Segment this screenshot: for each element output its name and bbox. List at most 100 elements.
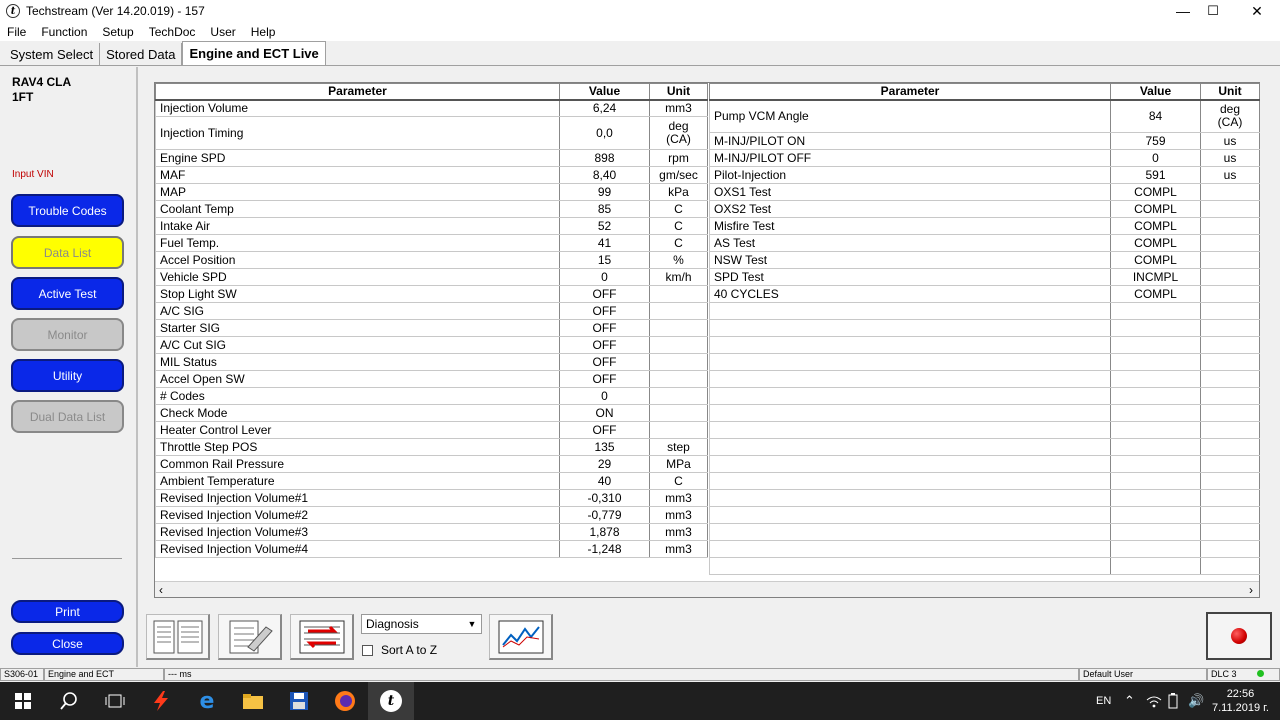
input-vin-link[interactable]: Input VIN — [12, 169, 54, 180]
exchange-list-button[interactable] — [290, 614, 354, 660]
save-app-button[interactable] — [276, 682, 322, 720]
utility-button[interactable]: Utility — [11, 359, 124, 392]
table-row[interactable]: Vehicle SPD 0 km/h — [155, 268, 708, 286]
table-row[interactable]: Injection Volume 6,24 mm3 — [155, 99, 708, 117]
tab-stored-data[interactable]: Stored Data — [100, 43, 183, 65]
table-row[interactable]: Pump VCM Angle 84 deg (CA) — [709, 99, 1260, 133]
table-row[interactable]: MIL Status OFF — [155, 353, 708, 371]
table-row[interactable]: Throttle Step POS 135 step — [155, 438, 708, 456]
dual-data-list-button[interactable]: Dual Data List — [11, 400, 124, 433]
table-row[interactable]: A/C Cut SIG OFF — [155, 336, 708, 354]
empty-cell — [1200, 506, 1260, 524]
table-row[interactable]: Accel Position 15% — [155, 251, 708, 269]
table-row[interactable]: Intake Air 52 C — [155, 217, 708, 235]
list-view-button[interactable] — [146, 614, 210, 660]
parameter-cell: Starter SIG — [155, 319, 560, 337]
table-row[interactable]: MAF 8,40 gm/sec — [155, 166, 708, 184]
tab-engine-ect-live[interactable]: Engine and ECT Live — [182, 41, 326, 65]
table-row[interactable]: OXS2 Test COMPL — [709, 200, 1260, 218]
firefox-icon — [335, 691, 355, 711]
table-row[interactable]: A/C SIG OFF — [155, 302, 708, 320]
table-row[interactable]: MAP 99 kPa — [155, 183, 708, 201]
table-row[interactable]: Pilot-Injection 591 us — [709, 166, 1260, 184]
firefox-button[interactable] — [322, 682, 368, 720]
table-row[interactable]: Misfire Test COMPL — [709, 217, 1260, 235]
menu-techdoc[interactable]: TechDoc — [142, 25, 204, 39]
table-row[interactable]: Engine SPD 898 rpm — [155, 149, 708, 167]
table-row[interactable]: AS Test COMPL — [709, 234, 1260, 252]
empty-row — [709, 404, 1260, 422]
table-row[interactable]: M-INJ/PILOT OFF 0 us — [709, 149, 1260, 167]
table-row[interactable]: Accel Open SW OFF — [155, 370, 708, 388]
active-test-button[interactable]: Active Test — [11, 277, 124, 310]
scroll-left-arrow-icon[interactable]: ‹ — [159, 583, 163, 597]
mode-select[interactable]: Diagnosis ▼ — [361, 614, 482, 634]
monitor-button[interactable]: Monitor — [11, 318, 124, 351]
search-button[interactable] — [46, 682, 92, 720]
flash-app-button[interactable] — [138, 682, 184, 720]
menu-user[interactable]: User — [203, 25, 243, 39]
start-button[interactable] — [0, 682, 46, 720]
sidebar-divider — [12, 558, 122, 559]
scroll-right-arrow-icon[interactable]: › — [1249, 583, 1253, 597]
col-header-unit[interactable]: Unit — [1200, 83, 1260, 101]
language-indicator[interactable]: EN — [1096, 682, 1111, 720]
value-cell: -0,310 — [559, 489, 650, 507]
task-view-button[interactable] — [92, 682, 138, 720]
menu-function[interactable]: Function — [34, 25, 95, 39]
col-header-unit[interactable]: Unit — [649, 83, 708, 101]
table-row[interactable]: Common Rail Pressure 29 MPa — [155, 455, 708, 473]
table-row[interactable]: Injection Timing 0,0 deg (CA) — [155, 116, 708, 150]
data-list-button[interactable]: Data List — [11, 236, 124, 269]
table-row[interactable]: Revised Injection Volume#4 -1,248 mm3 — [155, 540, 708, 558]
wifi-icon[interactable] — [1146, 682, 1162, 720]
table-row[interactable]: Heater Control Lever OFF — [155, 421, 708, 439]
trouble-codes-button[interactable]: Trouble Codes — [11, 194, 124, 227]
col-header-value[interactable]: Value — [559, 83, 650, 101]
edit-list-button[interactable] — [218, 614, 282, 660]
graph-button[interactable] — [489, 614, 553, 660]
empty-cell — [709, 523, 1111, 541]
table-row[interactable]: OXS1 Test COMPL — [709, 183, 1260, 201]
col-header-parameter[interactable]: Parameter — [709, 83, 1111, 101]
battery-icon[interactable] — [1168, 682, 1178, 720]
table-row[interactable]: Revised Injection Volume#1 -0,310 mm3 — [155, 489, 708, 507]
table-row[interactable]: SPD Test INCMPL — [709, 268, 1260, 286]
tab-system-select[interactable]: System Select — [4, 43, 101, 65]
table-row[interactable]: Stop Light SW OFF — [155, 285, 708, 303]
table-row[interactable]: Starter SIG OFF — [155, 319, 708, 337]
chevron-down-icon[interactable]: ▼ — [465, 617, 479, 631]
volume-icon[interactable]: 🔊 — [1188, 682, 1204, 720]
value-cell: 591 — [1110, 166, 1201, 184]
empty-cell — [1200, 472, 1260, 490]
clock[interactable]: 22:56 7.11.2019 г. — [1212, 682, 1269, 720]
file-explorer-button[interactable] — [230, 682, 276, 720]
menu-help[interactable]: Help — [244, 25, 284, 39]
table-row[interactable]: Revised Injection Volume#2 -0,779 mm3 — [155, 506, 708, 524]
sort-a-to-z-checkbox[interactable]: Sort A to Z — [362, 643, 437, 657]
edge-browser-button[interactable]: e — [184, 682, 230, 720]
col-header-parameter[interactable]: Parameter — [155, 83, 560, 101]
close-button[interactable]: Close — [11, 632, 124, 655]
table-row[interactable]: M-INJ/PILOT ON 759 us — [709, 132, 1260, 150]
table-row[interactable]: Ambient Temperature 40 C — [155, 472, 708, 490]
maximize-button[interactable]: ☐ — [1190, 0, 1236, 22]
chevron-up-icon[interactable]: ⌃ — [1124, 682, 1135, 720]
table-row[interactable]: Check Mode ON — [155, 404, 708, 422]
table-row[interactable]: Fuel Temp. 41 C — [155, 234, 708, 252]
techstream-taskbar-button[interactable]: t — [368, 682, 414, 720]
table-row[interactable]: NSW Test COMPL — [709, 251, 1260, 269]
menu-file[interactable]: File — [0, 25, 34, 39]
print-button[interactable]: Print — [11, 600, 124, 623]
horizontal-scrollbar[interactable]: ‹ › — [155, 581, 1259, 597]
menu-setup[interactable]: Setup — [95, 25, 141, 39]
checkbox-box[interactable] — [362, 644, 373, 656]
table-row[interactable]: Coolant Temp 85 C — [155, 200, 708, 218]
col-header-value[interactable]: Value — [1110, 83, 1201, 101]
close-window-button[interactable]: ✕ — [1234, 0, 1280, 22]
table-row[interactable]: Revised Injection Volume#3 1,878 mm3 — [155, 523, 708, 541]
table-row[interactable]: 40 CYCLES COMPL — [709, 285, 1260, 303]
table-row[interactable]: # Codes 0 — [155, 387, 708, 405]
record-button[interactable] — [1206, 612, 1272, 660]
list-view-icon — [153, 620, 202, 653]
